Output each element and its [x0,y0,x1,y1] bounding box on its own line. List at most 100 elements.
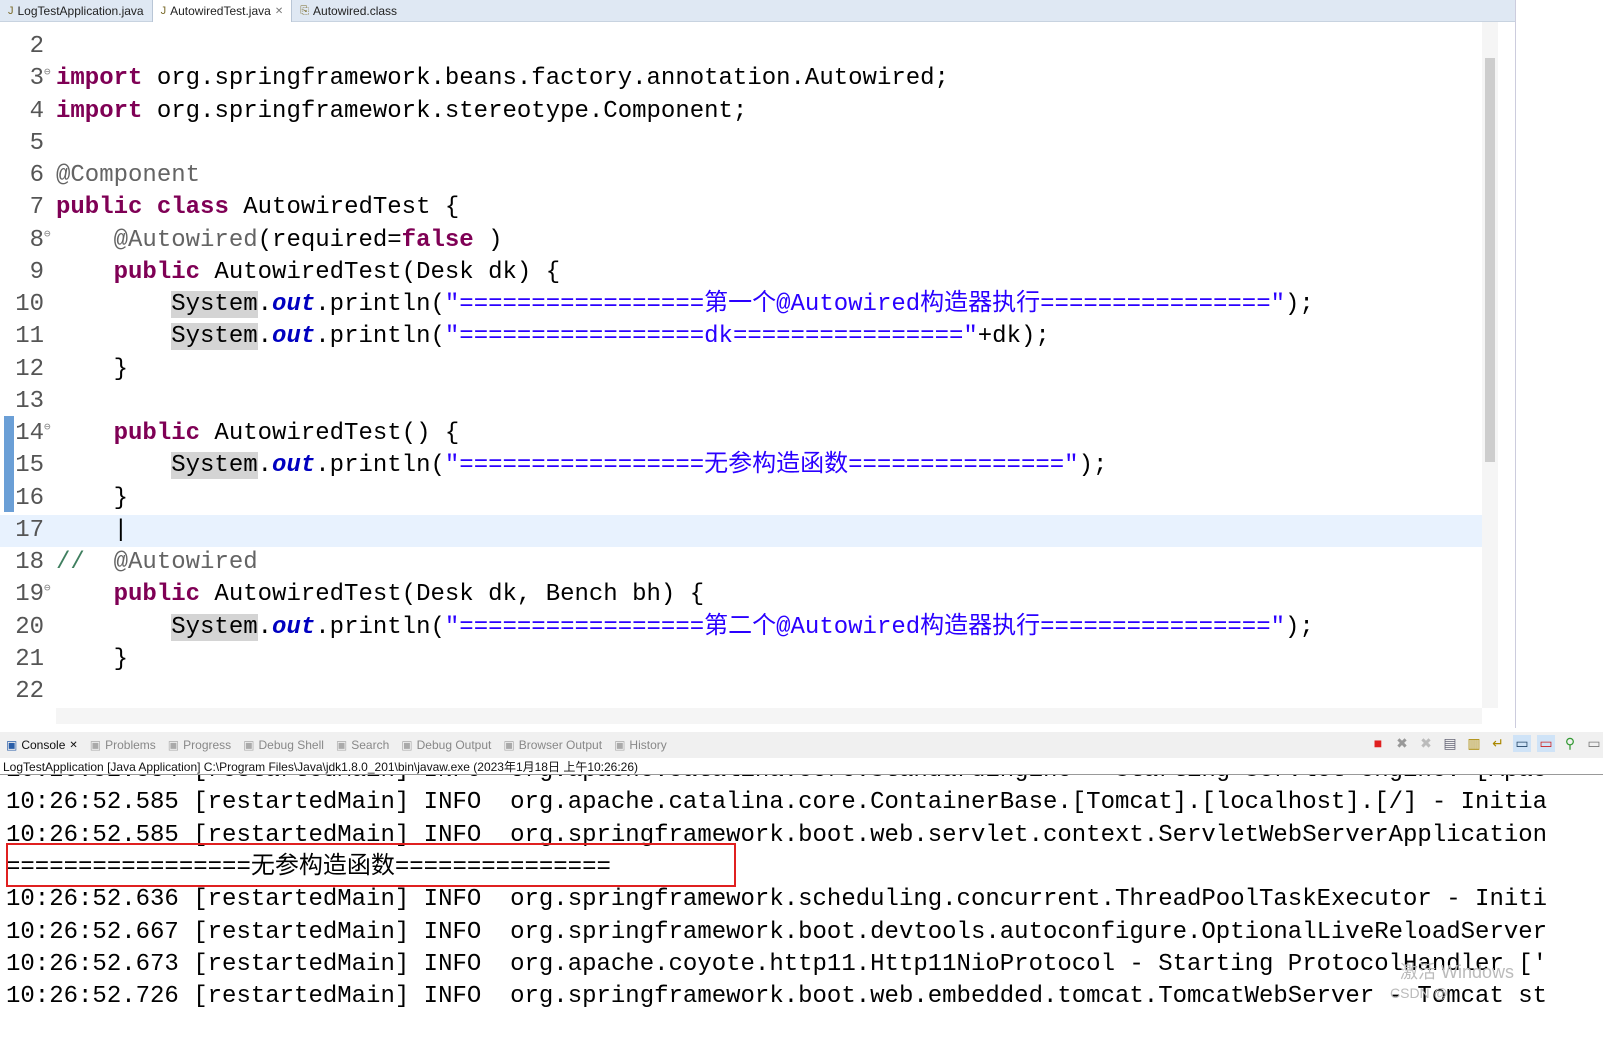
code-line[interactable]: 5 [0,128,1482,160]
show-on-stderr-icon[interactable]: ▭ [1537,735,1555,752]
fold-toggle-icon[interactable]: ⊖ [44,573,51,605]
tab-autowiredtest-java[interactable]: J AutowiredTest.java ✕ [151,0,293,22]
code-token: public [113,581,201,609]
code-line[interactable]: 10 System.out.println("=================… [0,289,1482,321]
line-number: 12 [15,355,44,383]
console-tab-problems[interactable]: ▣ Problems [84,738,162,752]
code-line[interactable]: 9 public AutowiredTest(Desk dk) { [0,257,1482,289]
clear-console-icon[interactable]: ▤ [1441,735,1459,752]
console-tab-history[interactable]: ▣ History [608,738,673,752]
code-line[interactable]: 2 [0,31,1482,63]
code-line[interactable]: 6 @Component [0,160,1482,192]
code-token: AutowiredTest(Desk dk) { [200,258,561,286]
code-line[interactable]: 8 ⊖ @Autowired(required=false ) [0,225,1482,257]
scroll-lock-icon[interactable]: ▥ [1465,735,1483,752]
code-line[interactable]: 13 [0,386,1482,418]
display-console-icon[interactable]: ▭ [1585,735,1603,752]
line-number: 11 [15,323,44,351]
code-text: import org.springframework.stereotype.Co… [56,96,747,128]
code-line[interactable]: 21 } [0,644,1482,676]
code-text: public AutowiredTest(Desk dk, Bench bh) … [56,579,705,611]
code-token: System [171,291,258,318]
code-line[interactable]: 12 } [0,354,1482,386]
search-icon: ▣ [335,738,348,752]
line-number: 9 [29,258,44,286]
code-token: ); [1078,452,1108,480]
terminate-icon[interactable]: ■ [1369,735,1387,752]
console-tab-browser-output[interactable]: ▣ Browser Output [497,738,608,752]
code-token: "=================第一个@Autowired构造器执行====… [444,291,1285,318]
editor-tabs: J LogTestApplication.java J AutowiredTest.j… [0,0,1515,22]
show-on-stdout-icon[interactable]: ▭ [1513,735,1531,752]
java-file-icon: J [160,5,167,17]
code-line[interactable]: 7 public class AutowiredTest { [0,192,1482,224]
code-token: } [56,645,129,673]
tab-autowired-class[interactable]: ⎘ Autowired.class [292,0,405,22]
console-line: 10:26:52.585 [restartedMain] INFO org.ap… [6,789,1548,817]
tab-label: LogTestApplication.java [17,4,144,18]
code-line[interactable]: 3 ⊖ import org.springframework.beans.facto… [0,63,1482,95]
console-line: 10:26:52.636 [restartedMain] INFO org.sp… [6,886,1548,914]
tab-logtestapplication-java[interactable]: J LogTestApplication.java [0,0,152,22]
code-line[interactable]: 20 System.out.println("=================… [0,612,1482,644]
line-number: 20 [15,613,44,641]
console-tab-search[interactable]: ▣ Search [330,738,395,752]
console-tab-progress[interactable]: ▣ Progress [162,738,237,752]
editor-vertical-scrollbar[interactable] [1482,22,1498,708]
code-token: public [113,420,201,447]
code-line[interactable]: 22 [0,676,1482,708]
code-token: System [171,452,258,480]
code-token: @Autowired [113,549,258,576]
code-line[interactable]: 14 ⊖ public AutowiredTest() { [0,418,1482,450]
browser-output-icon: ▣ [503,738,515,752]
console-output[interactable]: 10:26:52.584 [restartedMain] INFO org.ap… [0,755,1603,1039]
console-tab-console[interactable]: ▣ Console ✕ [0,738,84,752]
highlight-box [6,843,736,887]
code-token: org.springframework.stereotype.Component… [156,97,748,125]
code-token: import [56,65,143,93]
console-tab-label: Problems [105,738,156,752]
line-number: 2 [29,33,44,60]
word-wrap-icon[interactable]: ↵ [1489,735,1507,752]
line-number: 5 [29,129,44,157]
line-number: 4 [29,97,44,125]
console-tab-label: Search [351,738,390,752]
code-editor[interactable]: 2 3 ⊖ import org.springframework.beans.fact… [0,22,1482,708]
code-token: .println( [315,452,445,480]
console-tab-label: History [629,738,667,752]
outline-pane [1515,0,1603,728]
code-line[interactable]: 18 // @Autowired [0,547,1482,579]
fold-toggle-icon[interactable]: ⊖ [44,412,51,444]
code-token: out [272,613,316,641]
code-token: } [56,484,129,512]
close-icon[interactable]: ✕ [69,740,77,751]
code-token: . [257,323,273,351]
code-line[interactable]: 19 ⊖ public AutowiredTest(Desk dk, Bench … [0,579,1482,611]
code-line[interactable]: 11 System.out.println("=================… [0,321,1482,353]
code-line[interactable]: 17 | [0,514,1482,547]
fold-toggle-icon[interactable]: ⊖ [44,219,51,251]
editor-horizontal-scrollbar[interactable] [56,708,1482,724]
code-line[interactable]: 4 import org.springframework.stereotype.C… [0,96,1482,128]
debug-shell-icon: ▣ [243,738,255,752]
code-line[interactable]: 15 System.out.println("=================… [0,450,1482,482]
remove-all-icon[interactable]: ✖ [1417,735,1435,752]
code-token: // [56,549,85,576]
remove-launch-icon[interactable]: ✖ [1393,735,1411,752]
line-number: 22 [15,678,44,705]
close-icon[interactable]: ✕ [275,6,283,17]
code-token: AutowiredTest() { [200,420,460,447]
code-token: "=================dk================" [444,323,978,351]
console-tab-label: Console [21,738,66,752]
debug-output-icon: ▣ [401,738,413,752]
code-line[interactable]: 16 } [0,483,1482,515]
fold-toggle-icon[interactable]: ⊖ [44,57,51,89]
scrollbar-thumb[interactable] [1485,58,1495,462]
code-token: . [257,613,273,641]
console-tab-debug-shell[interactable]: ▣ Debug Shell [237,738,330,752]
console-tab-debug-output[interactable]: ▣ Debug Output [395,738,497,752]
pin-console-icon[interactable]: ⚲ [1561,735,1579,752]
